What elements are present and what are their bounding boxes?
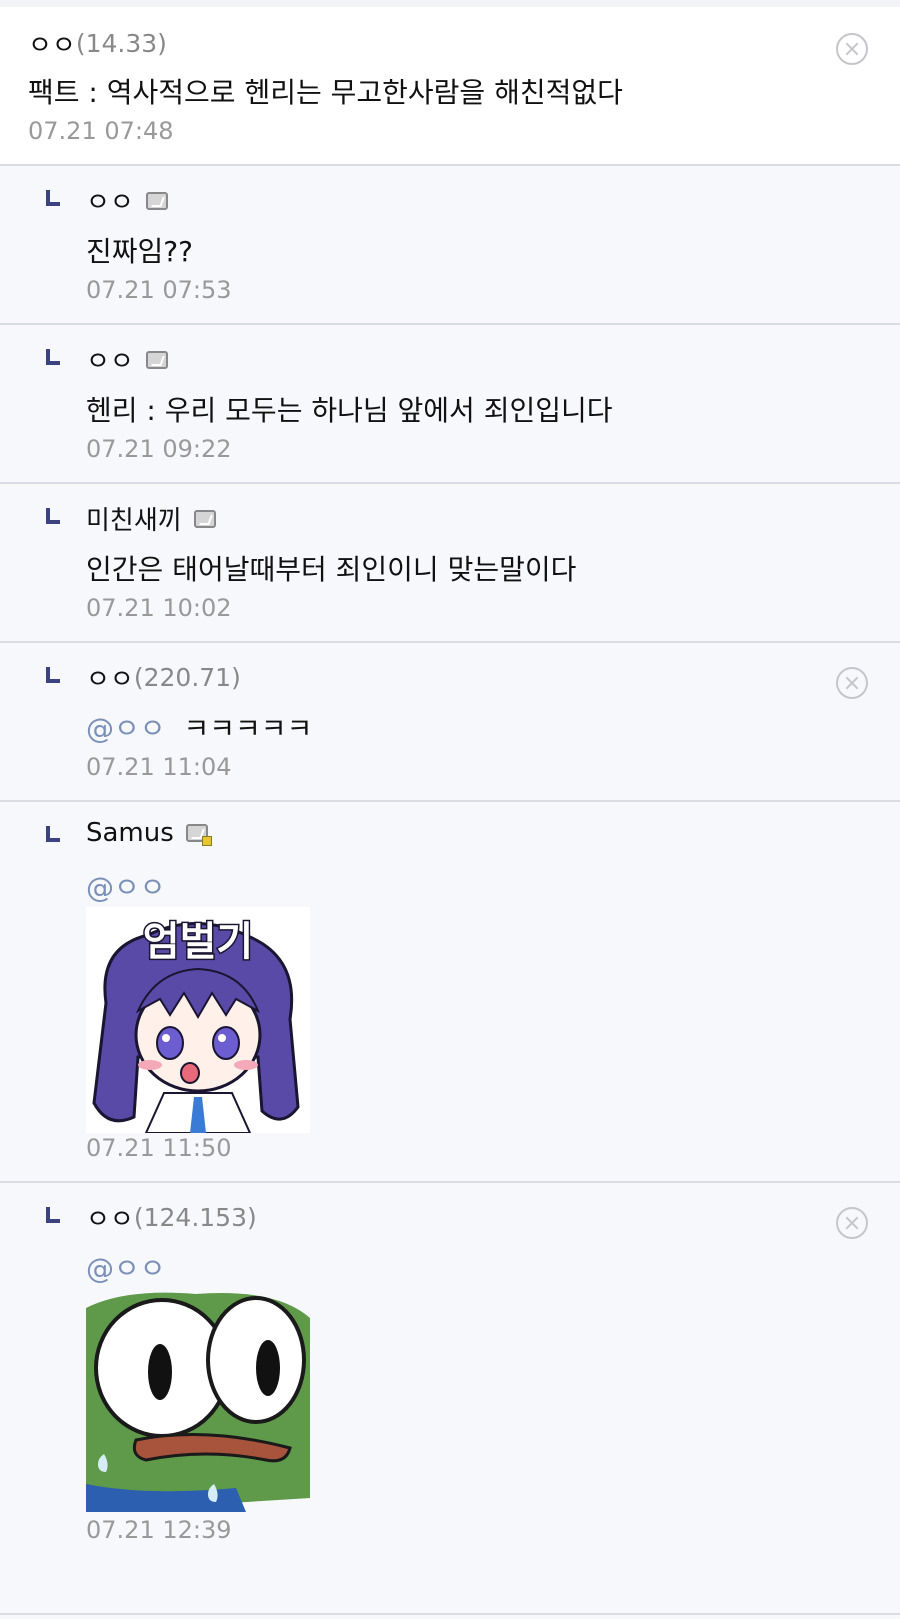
comment-date: 07.21 11:50 [86, 1134, 232, 1162]
comment-date: 07.21 07:53 [86, 276, 232, 304]
reply-arrow-icon [46, 826, 60, 842]
nickname: ㅇㅇ [86, 1205, 134, 1235]
comment-text: 헨리 : 우리 모두는 하나님 앞에서 죄인입니다 [86, 394, 613, 427]
comment-text: 팩트 : 역사적으로 헨리는 무고한사람을 해친적없다 [28, 76, 623, 109]
reply-arrow-icon [46, 190, 60, 206]
comment-author[interactable]: ㅇㅇ (14.33) [28, 25, 167, 62]
half-fixed-nick-icon [185, 824, 212, 846]
comment-date: 07.21 07:48 [28, 117, 174, 145]
delete-icon[interactable] [836, 667, 868, 699]
comment-author[interactable]: 미친새끼 [86, 500, 216, 537]
comment-author[interactable]: ㅇㅇ (220.71) [86, 659, 241, 696]
comment-text: @ㅇㅇ ㅋㅋㅋㅋㅋ [86, 707, 312, 747]
comment-text: 인간은 태어날때부터 죄인이니 맞는말이다 [86, 553, 577, 586]
mention-link[interactable]: @ㅇㅇ [86, 871, 166, 904]
comment-text-content: ㅋㅋㅋㅋㅋ [183, 712, 313, 745]
reply: ㅇㅇ (124.153) @ㅇㅇ 07.21 12:39 [0, 1183, 900, 1615]
reply-arrow-icon [46, 1207, 60, 1223]
reply: ㅇㅇ 헨리 : 우리 모두는 하나님 앞에서 죄인입니다 07.21 09:22 [0, 325, 900, 484]
comment-author[interactable]: ㅇㅇ [86, 341, 168, 378]
reply: Samus @ㅇㅇ 엄벌기 07.21 11:50 [0, 802, 900, 1183]
comment: ㅇㅇ (14.33) 팩트 : 역사적으로 헨리는 무고한사람을 해친적없다 07… [0, 7, 900, 166]
fixed-nick-icon [145, 350, 168, 369]
comment-author[interactable]: ㅇㅇ [86, 182, 168, 219]
ip-address: (124.153) [133, 1203, 257, 1232]
nickname: ㅇㅇ [86, 347, 134, 377]
nickname: Samus [86, 818, 174, 848]
fixed-nick-icon [193, 509, 216, 528]
comment-author[interactable]: Samus [86, 818, 212, 848]
fixed-nick-icon [145, 191, 168, 210]
reply-arrow-icon [46, 349, 60, 365]
nickname: ㅇㅇ [86, 188, 134, 218]
comment-list: ㅇㅇ (14.33) 팩트 : 역사적으로 헨리는 무고한사람을 해친적없다 07… [0, 0, 900, 1619]
delete-icon[interactable] [836, 33, 868, 65]
mention-link[interactable]: @ㅇㅇ [86, 712, 166, 745]
comment-text: 진짜임?? [86, 235, 194, 268]
delete-icon[interactable] [836, 1207, 868, 1239]
comment-date: 07.21 10:02 [86, 594, 232, 622]
comment-text: @ㅇㅇ [86, 866, 184, 906]
nickname: ㅇㅇ [86, 665, 134, 695]
reply-arrow-icon [46, 508, 60, 524]
frog-sticker[interactable] [86, 1288, 310, 1512]
anime-girl-sticker[interactable]: 엄벌기 [86, 907, 310, 1133]
reply: ㅇㅇ 진짜임?? 07.21 07:53 [0, 166, 900, 325]
ip-address: (220.71) [133, 663, 241, 692]
nickname: 미친새끼 [86, 506, 182, 536]
sticker-title: 엄벌기 [143, 919, 253, 965]
comment-author[interactable]: ㅇㅇ (124.153) [86, 1199, 257, 1236]
reply-arrow-icon [46, 667, 60, 683]
comment-text: @ㅇㅇ [86, 1247, 184, 1287]
comment-date: 07.21 12:39 [86, 1516, 232, 1544]
nickname: ㅇㅇ [28, 31, 76, 61]
comment-date: 07.21 11:04 [86, 753, 232, 781]
reply: ㅇㅇ (220.71) @ㅇㅇ ㅋㅋㅋㅋㅋ 07.21 11:04 [0, 643, 900, 802]
comment-date: 07.21 09:22 [86, 435, 232, 463]
mention-link[interactable]: @ㅇㅇ [86, 1252, 166, 1285]
reply: 미친새끼 인간은 태어날때부터 죄인이니 맞는말이다 07.21 10:02 [0, 484, 900, 643]
ip-address: (14.33) [75, 29, 167, 58]
